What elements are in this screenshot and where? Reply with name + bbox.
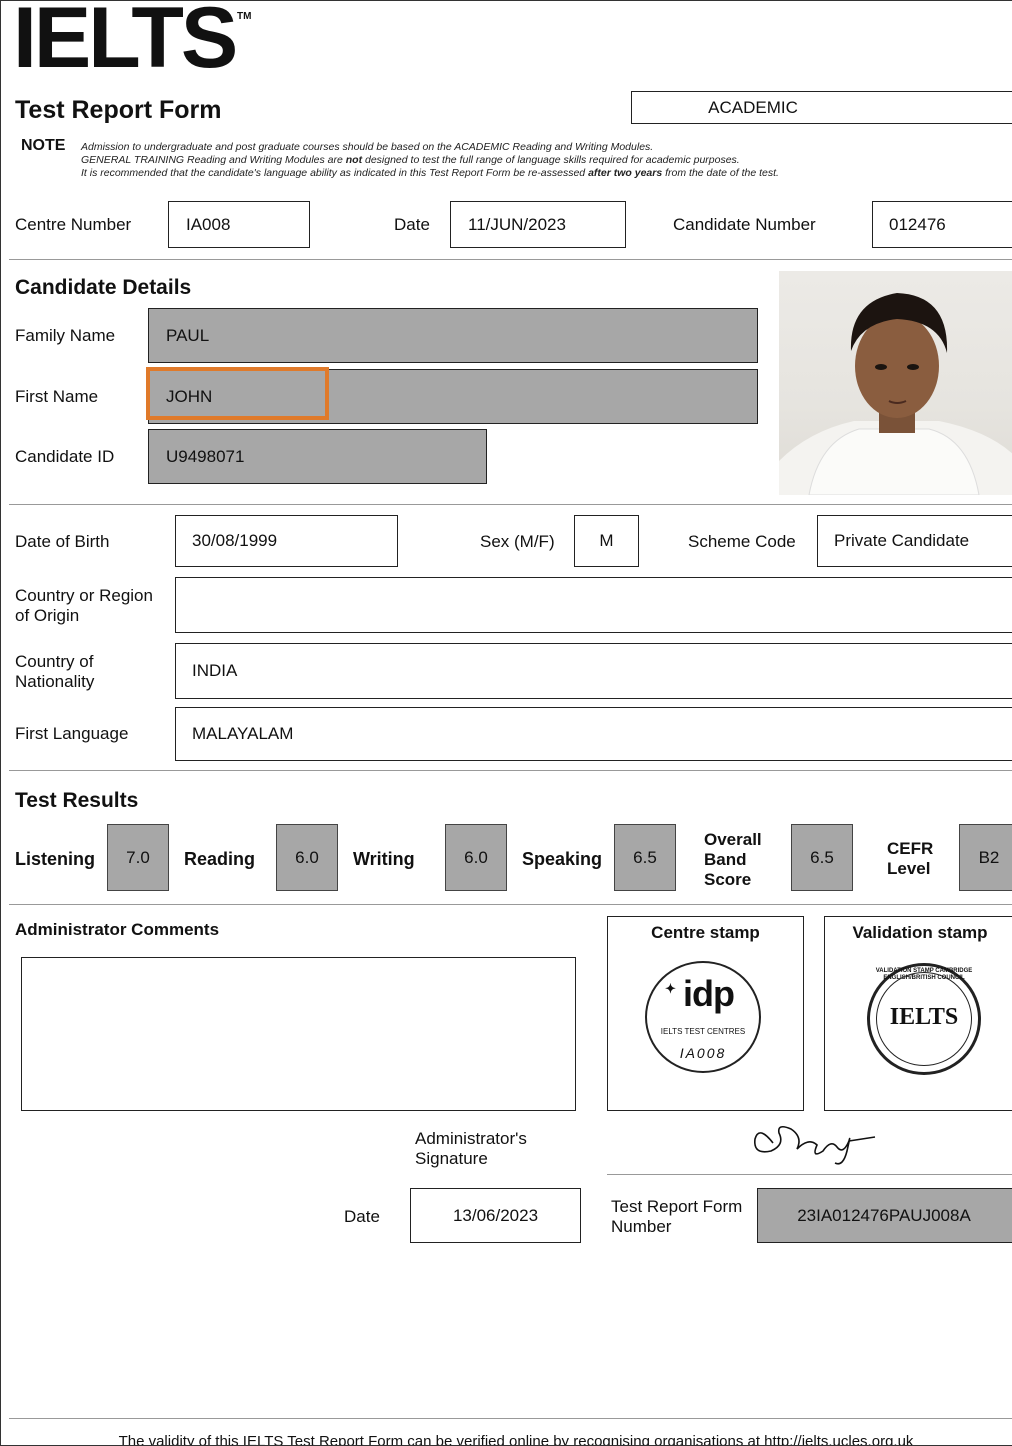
divider (9, 770, 1012, 771)
footer-rule (9, 1418, 1012, 1419)
footer-verification-text: The validity of this IELTS Test Report F… (118, 1433, 914, 1446)
candidate-number-label: Candidate Number (673, 215, 816, 234)
scheme-code-field: Private Candidate (817, 515, 1012, 567)
candidate-id-label: Candidate ID (15, 447, 115, 466)
person-portrait-icon (779, 293, 1012, 495)
trf-number-label: Test Report Form Number (611, 1197, 743, 1236)
admin-comments-field (21, 957, 576, 1111)
idp-stamp: ✦ idp IELTS TEST CENTRES IA008 (645, 961, 761, 1073)
reading-label: Reading (184, 849, 256, 869)
divider (9, 504, 1012, 505)
trf-number-field: 23IA012476PAUJ008A (757, 1188, 1012, 1243)
centre-stamp-box: Centre stamp ✦ idp IELTS TEST CENTRES IA… (607, 916, 804, 1111)
speaking-score: 6.5 (614, 824, 676, 891)
note-line-3: It is recommended that the candidate's l… (81, 167, 779, 179)
centre-stamp-label: Centre stamp (651, 923, 760, 942)
nationality-label: Country of Nationality (15, 652, 95, 691)
note-line-1: Admission to undergraduate and post grad… (81, 141, 654, 153)
test-date-field: 11/JUN/2023 (450, 201, 626, 248)
idp-subtext: IELTS TEST CENTRES (660, 1027, 746, 1036)
family-name-label: Family Name (15, 326, 116, 345)
origin-label: Country or Region of Origin (15, 586, 153, 625)
note-label: NOTE (21, 137, 66, 154)
candidate-details-title: Candidate Details (15, 276, 192, 299)
centre-number-label: Centre Number (15, 215, 132, 234)
first-language-field: MALAYALAM (175, 707, 1012, 761)
nationality-field: INDIA (175, 643, 1012, 699)
candidate-number-field: 012476 (872, 201, 1012, 248)
test-report-form: IELTS TM Test Report Form ACADEMIC NOTE … (0, 0, 1012, 1446)
first-name-label: First Name (15, 387, 99, 406)
dob-label: Date of Birth (15, 532, 110, 551)
validation-stamp-label: Validation stamp (852, 923, 988, 942)
dob-field: 30/08/1999 (175, 515, 398, 567)
admin-signature-label: Administrator's Signature (415, 1129, 527, 1168)
note-text: Admission to undergraduate and post grad… (81, 141, 1001, 180)
form-title: Test Report Form (15, 96, 222, 124)
cefr-level-label: CEFR Level (887, 839, 934, 878)
idp-logo-icon: ✦ (665, 981, 676, 996)
ielts-logo: IELTS (13, 0, 238, 86)
idp-text: idp (683, 973, 735, 1014)
first-language-label: First Language (15, 724, 129, 743)
origin-field (175, 577, 1012, 633)
admin-date-label: Date (344, 1207, 380, 1226)
module-field: ACADEMIC (631, 91, 1012, 124)
candidate-photo (779, 271, 1012, 495)
admin-date-field: 13/06/2023 (410, 1188, 581, 1243)
validation-stamp-seal: VALIDATION STAMP CAMBRIDGE ENGLISH/BRITI… (867, 963, 981, 1075)
writing-score: 6.0 (445, 824, 507, 891)
overall-band-score: 6.5 (791, 824, 853, 891)
family-name-field: PAUL (148, 308, 758, 363)
validation-stamp-box: Validation stamp VALIDATION STAMP CAMBRI… (824, 916, 1012, 1111)
listening-label: Listening (15, 849, 95, 869)
writing-label: Writing (353, 849, 415, 869)
trademark-mark: TM (237, 11, 252, 22)
cefr-level-score: B2 (959, 824, 1012, 891)
divider (9, 259, 1012, 260)
overall-band-label: Overall Band Score (704, 830, 762, 889)
first-name-highlight (146, 367, 329, 420)
date-label: Date (394, 215, 430, 234)
signature-line (607, 1174, 1012, 1175)
divider (9, 904, 1012, 905)
note-line-2: GENERAL TRAINING Reading and Writing Mod… (81, 154, 740, 166)
module-value: ACADEMIC (708, 97, 798, 117)
scheme-code-label: Scheme Code (688, 532, 796, 551)
reading-score: 6.0 (276, 824, 338, 891)
speaking-label: Speaking (522, 849, 603, 869)
centre-number-field: IA008 (168, 201, 310, 248)
seal-ring-text: VALIDATION STAMP CAMBRIDGE ENGLISH/BRITI… (875, 968, 973, 981)
listening-score: 7.0 (107, 824, 169, 891)
seal-center-text: IELTS (889, 1004, 959, 1030)
admin-comments-label: Administrator Comments (15, 920, 220, 939)
sex-field: M (574, 515, 639, 567)
candidate-id-field: U9498071 (148, 429, 487, 484)
admin-signature-icon (754, 1125, 876, 1165)
sex-label: Sex (M/F) (480, 532, 555, 551)
test-results-title: Test Results (15, 789, 139, 812)
idp-code: IA008 (679, 1045, 727, 1061)
